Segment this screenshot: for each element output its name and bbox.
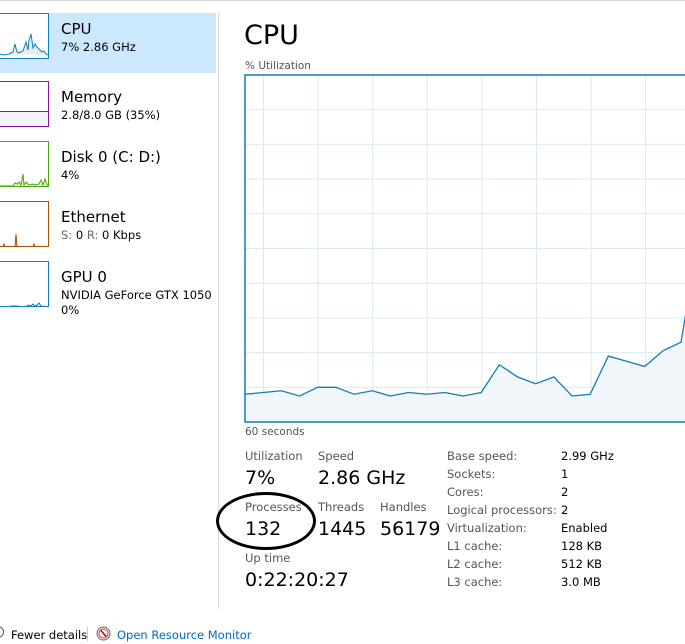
- panel-divider[interactable]: [218, 13, 219, 609]
- receive-label: R:: [86, 228, 99, 242]
- memory-graph-thumbnail-icon: [0, 81, 49, 127]
- spec-label: Sockets:: [447, 467, 496, 481]
- speed-label: Speed: [318, 449, 355, 463]
- spec-label: L2 cache:: [447, 557, 503, 571]
- spec-value: 512 KB: [561, 557, 603, 571]
- sidebar-item-gpu[interactable]: GPU 0 NVIDIA GeForce GTX 1050 0%: [0, 261, 216, 321]
- speed-value: 2.86 GHz: [318, 467, 406, 489]
- sidebar-item-title: Ethernet: [61, 208, 126, 226]
- spec-value: 128 KB: [561, 539, 603, 553]
- utilization-value: 7%: [245, 467, 276, 489]
- spec-label: L1 cache:: [447, 539, 503, 553]
- sidebar-item-subtitle: 4%: [61, 168, 80, 182]
- footer-separator: [87, 627, 88, 641]
- open-resource-monitor-link[interactable]: Open Resource Monitor: [117, 628, 251, 642]
- cpu-graph-thumbnail-icon: [0, 13, 49, 59]
- send-label: S:: [61, 228, 73, 242]
- cpu-utilization-graph: [244, 74, 685, 423]
- sidebar-item-subtitle-2: 0%: [61, 303, 80, 317]
- sidebar-item-memory[interactable]: Memory 2.8/8.0 GB (35%): [0, 81, 216, 141]
- footer: Fewer details Open Resource Monitor: [0, 626, 685, 644]
- spec-value: 3.0 MB: [561, 575, 601, 589]
- sidebar-item-title: Memory: [61, 88, 123, 106]
- cpu-graph-svg: [244, 74, 685, 423]
- disk-graph-thumbnail-icon: [0, 141, 49, 187]
- spec-value: 2: [561, 485, 569, 499]
- threads-label: Threads: [318, 500, 365, 514]
- handles-value: 56179: [380, 518, 441, 540]
- ethernet-graph-thumbnail-icon: [0, 201, 49, 247]
- graph-y-label: % Utilization: [245, 60, 311, 72]
- spec-label: Logical processors:: [447, 503, 557, 517]
- spec-label: Base speed:: [447, 449, 518, 463]
- spec-value: 1: [561, 467, 569, 481]
- send-value: 0: [75, 228, 84, 242]
- cpu-area-fill: [245, 318, 685, 422]
- sidebar-item-ethernet[interactable]: Ethernet S: 0 R: 0 Kbps: [0, 201, 216, 261]
- spec-value: Enabled: [561, 521, 608, 535]
- uptime-value: 0:22:20:27: [245, 569, 349, 591]
- sidebar-item-cpu[interactable]: CPU 7% 2.86 GHz: [0, 13, 216, 73]
- fewer-details-button[interactable]: Fewer details: [11, 628, 87, 642]
- top-border: [0, 0, 685, 1]
- page-title: CPU: [244, 20, 299, 51]
- gpu-graph-thumbnail-icon: [0, 261, 49, 307]
- chevron-up-icon[interactable]: [0, 626, 4, 638]
- processes-label: Processes: [245, 500, 302, 514]
- sidebar-item-subtitle: NVIDIA GeForce GTX 1050: [61, 288, 212, 302]
- handles-label: Handles: [380, 500, 427, 514]
- sidebar-item-subtitle: 2.8/8.0 GB (35%): [61, 108, 161, 122]
- sidebar-item-title: Disk 0 (C: D:): [61, 148, 161, 166]
- sidebar-item-title: GPU 0: [61, 268, 107, 286]
- spec-label: Cores:: [447, 485, 484, 499]
- processes-value: 132: [245, 518, 282, 540]
- sidebar-item-disk[interactable]: Disk 0 (C: D:) 4%: [0, 141, 216, 201]
- sidebar-item-title: CPU: [61, 20, 92, 38]
- sidebar-item-subtitle: S: 0 R: 0 Kbps: [61, 228, 141, 243]
- sidebar-item-subtitle: 7% 2.86 GHz: [61, 40, 136, 54]
- receive-value: 0 Kbps: [102, 228, 142, 242]
- graph-x-label: 60 seconds: [245, 426, 305, 438]
- spec-label: L3 cache:: [447, 575, 503, 589]
- spec-value: 2.99 GHz: [561, 449, 614, 463]
- utilization-label: Utilization: [245, 449, 303, 463]
- spec-value: 2: [561, 503, 569, 517]
- spec-label: Virtualization:: [447, 521, 527, 535]
- resource-monitor-icon[interactable]: [96, 626, 111, 641]
- threads-value: 1445: [318, 518, 367, 540]
- uptime-label: Up time: [245, 551, 291, 565]
